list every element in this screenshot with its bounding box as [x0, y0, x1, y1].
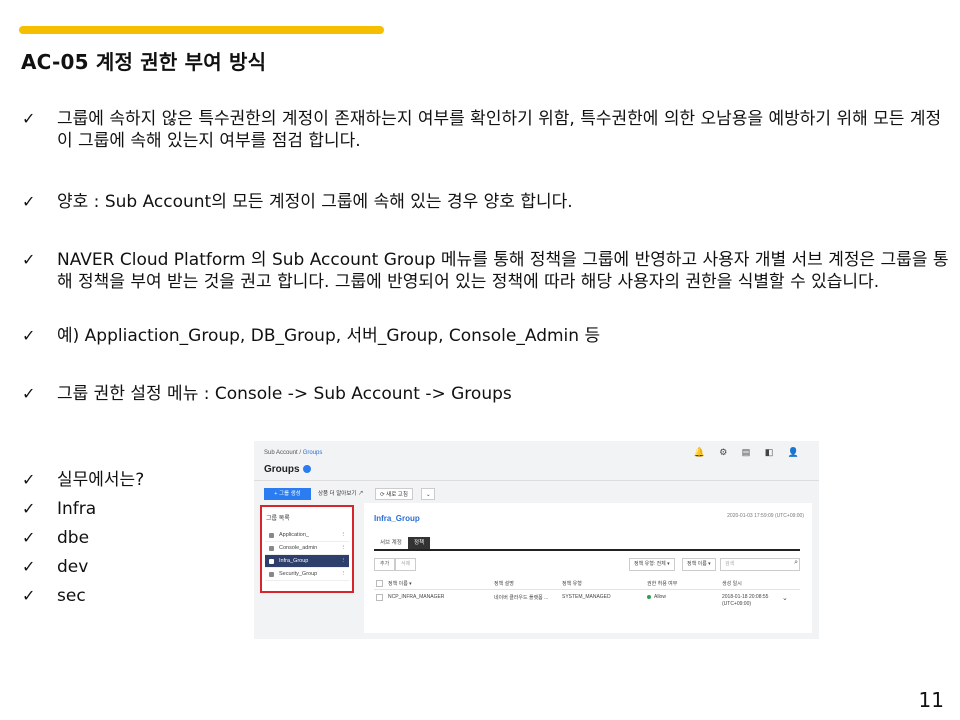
- console-screenshot: Sub Account / Groups 🔔 ⚙ ▤ ◧ 👤 Groups + …: [254, 441, 819, 639]
- checkmark-icon: ✓: [22, 499, 36, 518]
- checkmark-icon: ✓: [22, 326, 36, 345]
- column-header: 생성 일시: [722, 581, 742, 587]
- kebab-menu-icon[interactable]: ⋮: [341, 555, 347, 568]
- allow-status-cell: Allow: [647, 594, 666, 600]
- checkmark-icon: ✓: [22, 470, 36, 489]
- checkmark-icon: ✓: [22, 586, 36, 605]
- checkmark-icon: ✓: [22, 384, 36, 403]
- learn-more-link[interactable]: 상품 더 알아보기 ↗: [314, 488, 368, 500]
- policy-name-select[interactable]: 정책 이름 ▾: [682, 558, 716, 571]
- group-label: Infra_Group: [279, 558, 309, 564]
- group-label: Security_Group: [279, 571, 318, 577]
- policy-type-select[interactable]: 정책 유형: 전체 ▾: [629, 558, 675, 571]
- table-header: 정책 이름 ▾ 정책 설명 정책 유형 권한 허용 여부 생성 일시: [374, 577, 800, 590]
- group-list-title: 그룹 목록: [266, 516, 290, 522]
- add-button[interactable]: 추가: [374, 558, 396, 571]
- group-item-selected[interactable]: Infra_Group ⋮: [265, 555, 349, 568]
- breadcrumb: Sub Account / Groups: [264, 450, 322, 456]
- bullet-text: 그룹에 속하지 않은 특수권한의 계정이 존재하는지 여부를 확인하기 위함, …: [57, 109, 942, 151]
- group-item[interactable]: Security_Group ⋮: [265, 568, 349, 581]
- top-icons[interactable]: 🔔 ⚙ ▤ ◧ 👤: [694, 447, 806, 458]
- created-date-cell: 2018-01-18 20:08:55 (UTC+09:00): [722, 594, 769, 607]
- bullet-text: 예) Appliaction_Group, DB_Group, 서버_Group…: [57, 326, 601, 346]
- kebab-menu-icon[interactable]: ⋮: [341, 568, 347, 581]
- policy-description-cell: 네이버 클라우드 플랫폼 ...: [494, 595, 549, 601]
- slide-title: AC-05 계정 권한 부여 방식: [21, 50, 267, 74]
- policy-type-cell: SYSTEM_MANAGED: [562, 594, 611, 600]
- bullet-text: 양호 : Sub Account의 모든 계정이 그룹에 속해 있는 경우 양호…: [57, 192, 573, 212]
- group-detail-date: 2020-01-03 17:59:09 (UTC+09:00): [727, 513, 804, 519]
- filter-bar: 추가 삭제 정책 유형: 전체 ▾ 정책 이름 ▾ 검색 ⌕: [374, 558, 800, 571]
- delete-button[interactable]: 삭제: [395, 558, 417, 571]
- detail-tabs: 서브 계정 정책: [374, 537, 800, 551]
- checkmark-icon: ✓: [22, 109, 36, 128]
- row-checkbox[interactable]: [376, 594, 383, 601]
- help-icon[interactable]: [302, 465, 311, 474]
- page-number: 11: [918, 688, 944, 712]
- column-header: 정책 유형: [562, 581, 582, 587]
- page-heading: Groups: [264, 464, 311, 475]
- group-icon: [269, 559, 274, 564]
- select-all-checkbox[interactable]: [376, 580, 383, 587]
- status-dot-icon: [647, 594, 651, 599]
- column-header[interactable]: 정책 이름 ▾: [388, 580, 412, 587]
- column-header: 권한 허용 여부: [647, 581, 678, 587]
- breadcrumb-root[interactable]: Sub Account: [264, 450, 298, 456]
- allow-status-text: Allow: [654, 594, 666, 600]
- column-header: 정책 설명: [494, 581, 514, 587]
- tab-policies[interactable]: 정책: [408, 537, 431, 549]
- search-input[interactable]: 검색: [720, 558, 800, 571]
- group-list-panel: 그룹 목록 Application_ ⋮ Console_admin ⋮ Inf…: [260, 505, 354, 593]
- group-detail-panel: Infra_Group 2020-01-03 17:59:09 (UTC+09:…: [364, 503, 812, 633]
- chevron-down-icon[interactable]: ⌄: [782, 594, 788, 602]
- policy-name-cell: NCP_INFRA_MANAGER: [388, 594, 445, 600]
- title-accent-bar: [19, 26, 384, 34]
- group-label: Console_admin: [279, 545, 318, 551]
- checkmark-icon: ✓: [22, 250, 36, 269]
- group-icon: [269, 546, 274, 551]
- group-label: Application_: [279, 532, 309, 538]
- more-dropdown-button[interactable]: ⌄: [421, 488, 435, 500]
- checkmark-icon: ✓: [22, 528, 36, 547]
- bullet-text: 그룹 권한 설정 메뉴 : Console -> Sub Account -> …: [57, 384, 512, 404]
- checkmark-icon: ✓: [22, 557, 36, 576]
- group-icon: [269, 533, 274, 538]
- group-item[interactable]: Application_ ⋮: [265, 529, 349, 542]
- group-item[interactable]: Console_admin ⋮: [265, 542, 349, 555]
- breadcrumb-current[interactable]: Groups: [303, 450, 323, 456]
- refresh-button[interactable]: ⟳ 새로 고침: [375, 488, 413, 500]
- tab-sub-accounts[interactable]: 서브 계정: [374, 537, 408, 549]
- group-detail-title: Infra_Group: [374, 514, 420, 523]
- checkmark-icon: ✓: [22, 192, 36, 211]
- kebab-menu-icon[interactable]: ⋮: [341, 542, 347, 555]
- table-row[interactable]: NCP_INFRA_MANAGER 네이버 클라우드 플랫폼 ... SYSTE…: [374, 591, 800, 613]
- kebab-menu-icon[interactable]: ⋮: [341, 529, 347, 542]
- search-icon[interactable]: ⌕: [794, 559, 798, 567]
- divider: [254, 480, 819, 481]
- create-group-button[interactable]: + 그룹 생성: [264, 488, 311, 500]
- bullet-text: NAVER Cloud Platform 의 Sub Account Group…: [57, 250, 949, 292]
- group-icon: [269, 572, 274, 577]
- heading-text: Groups: [264, 464, 300, 475]
